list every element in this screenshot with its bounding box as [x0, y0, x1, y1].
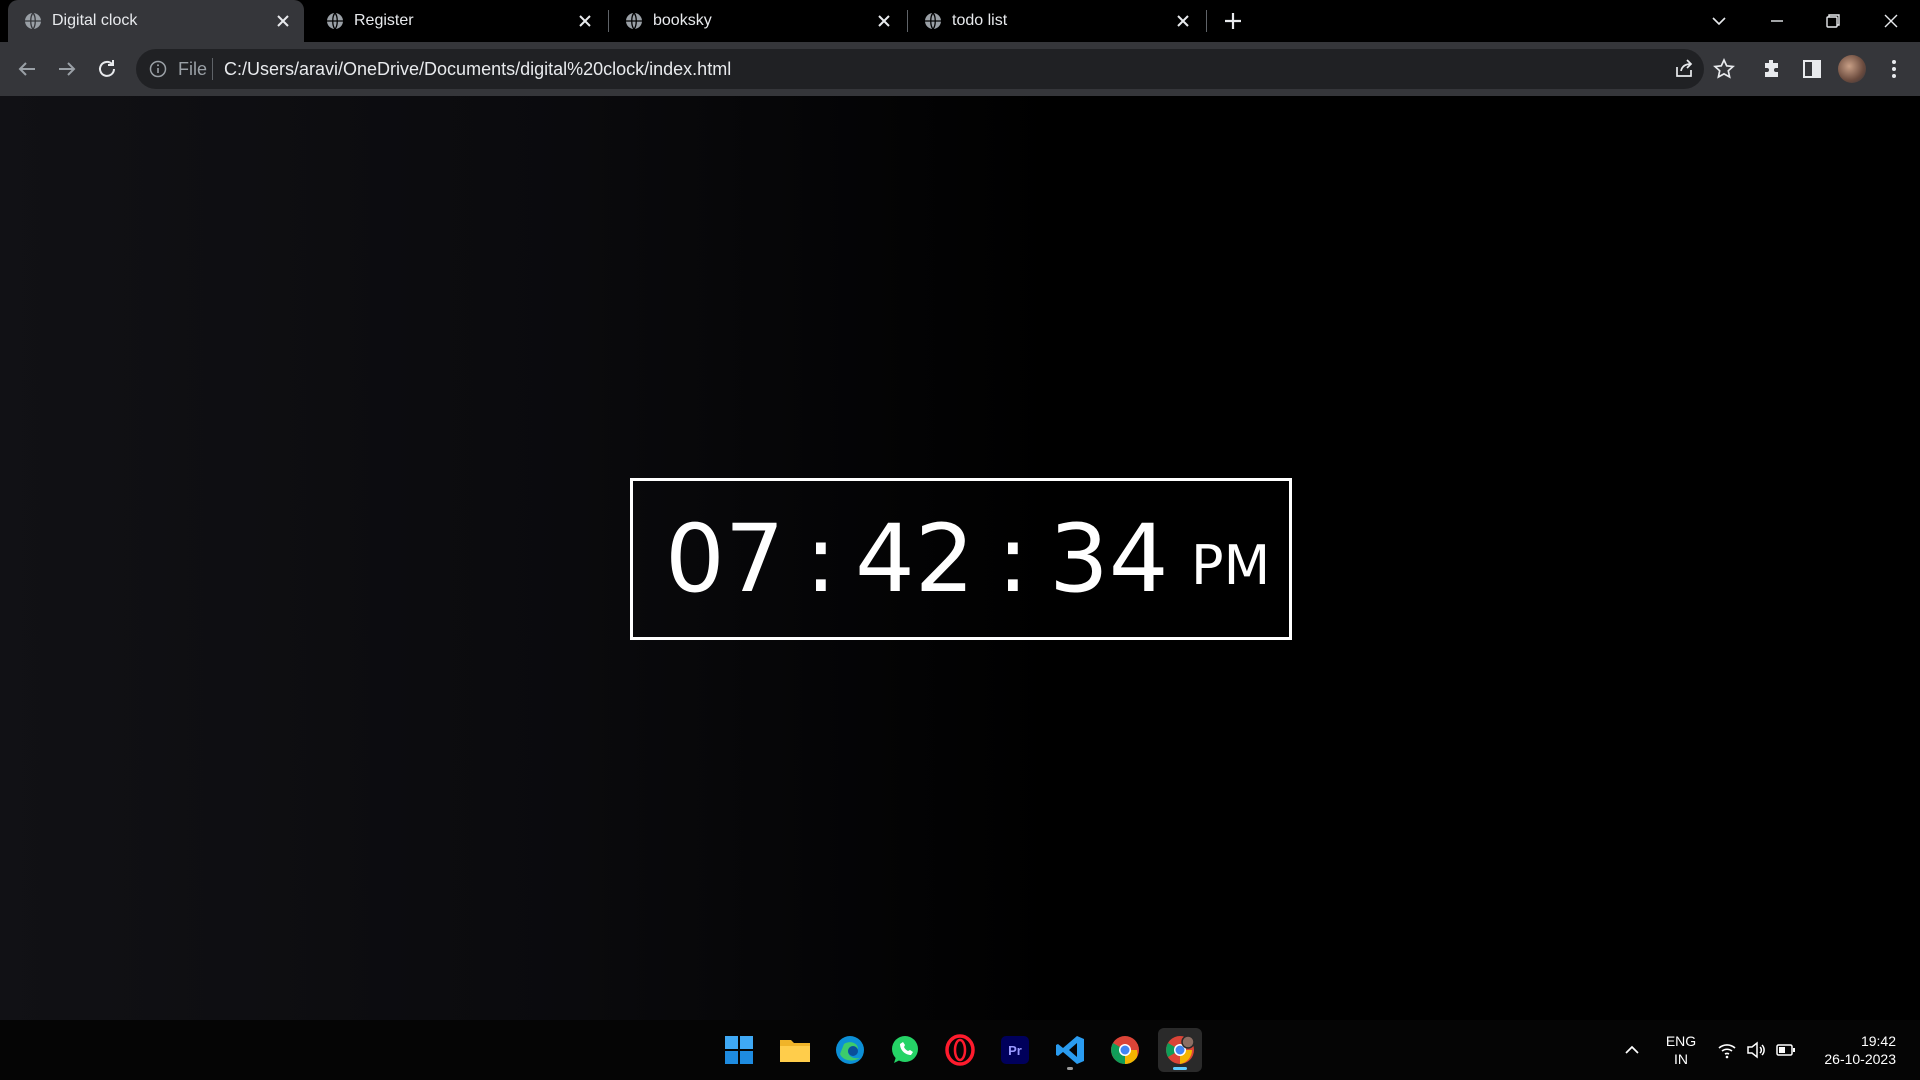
language-code: ENG — [1665, 1033, 1697, 1049]
battery-icon[interactable] — [1776, 1040, 1796, 1060]
globe-icon — [925, 12, 941, 30]
tab-register[interactable]: Register — [310, 0, 606, 42]
language-indicator[interactable]: ENG IN — [1664, 1032, 1698, 1068]
region-code: IN — [1674, 1051, 1688, 1067]
clock-separator: : — [805, 505, 837, 614]
tab-title: Register — [354, 12, 414, 29]
start-button[interactable] — [717, 1028, 761, 1072]
more-menu-icon[interactable] — [1882, 57, 1906, 81]
globe-icon — [25, 12, 41, 30]
close-icon[interactable] — [576, 12, 594, 30]
reload-icon[interactable] — [95, 57, 119, 81]
taskbar-edge[interactable] — [828, 1028, 872, 1072]
taskbar-vscode[interactable] — [1048, 1028, 1092, 1072]
tab-booksky[interactable]: booksky — [609, 0, 905, 42]
svg-text:Pr: Pr — [1008, 1043, 1022, 1058]
tab-todo-list[interactable]: todo list — [908, 0, 1204, 42]
taskbar-premiere-pro[interactable]: Pr — [993, 1028, 1037, 1072]
system-date: 26-10-2023 — [1824, 1051, 1896, 1067]
chevron-up-icon[interactable] — [1622, 1040, 1642, 1060]
system-time: 19:42 — [1860, 1033, 1896, 1049]
close-icon[interactable] — [875, 12, 893, 30]
address-bar[interactable]: File C:/Users/aravi/OneDrive/Documents/d… — [136, 49, 1735, 89]
forward-arrow-icon[interactable] — [55, 57, 79, 81]
clock-hours: 07 — [665, 505, 785, 614]
active-indicator — [1173, 1067, 1187, 1070]
edge-icon — [836, 1036, 864, 1064]
close-window-button[interactable] — [1878, 8, 1904, 34]
tab-strip: Digital clock Register booksky todo list — [0, 0, 1920, 42]
taskbar-whatsapp[interactable] — [883, 1028, 927, 1072]
bookmark-star-icon[interactable] — [1712, 57, 1736, 81]
taskbar-file-explorer[interactable] — [773, 1028, 817, 1072]
opera-icon — [945, 1034, 975, 1066]
close-icon[interactable] — [274, 12, 292, 30]
taskbar-chrome[interactable] — [1103, 1028, 1147, 1072]
page-viewport: 07 : 42 : 34 PM — [0, 96, 1920, 1020]
browser-toolbar: File C:/Users/aravi/OneDrive/Documents/d… — [0, 42, 1920, 96]
windows-logo-icon — [725, 1036, 753, 1064]
back-arrow-icon[interactable] — [15, 57, 39, 81]
scheme-label: File — [178, 59, 208, 79]
clock-seconds: 34 — [1049, 505, 1169, 614]
volume-icon[interactable] — [1746, 1040, 1766, 1060]
side-panel-icon[interactable] — [1800, 57, 1824, 81]
clock-period: PM — [1191, 534, 1271, 597]
minimize-button[interactable] — [1764, 8, 1790, 34]
new-tab-button[interactable] — [1222, 10, 1244, 32]
clock-minutes: 42 — [855, 505, 975, 614]
digital-clock: 07 : 42 : 34 PM — [630, 478, 1292, 640]
taskbar-chrome-active[interactable] — [1158, 1028, 1202, 1072]
tab-title: todo list — [952, 12, 1008, 29]
close-icon[interactable] — [1174, 12, 1192, 30]
share-icon[interactable] — [1672, 57, 1696, 81]
tab-search-icon[interactable] — [1706, 8, 1732, 34]
url-text[interactable]: C:/Users/aravi/OneDrive/Documents/digita… — [224, 59, 731, 80]
restore-button[interactable] — [1820, 8, 1846, 34]
chrome-icon — [1111, 1036, 1139, 1064]
tab-separator — [1206, 10, 1207, 32]
vscode-icon — [1056, 1036, 1084, 1064]
running-indicator — [1067, 1067, 1073, 1070]
premiere-pro-icon: Pr — [1001, 1036, 1029, 1064]
wifi-icon[interactable] — [1717, 1040, 1737, 1060]
globe-icon — [327, 12, 343, 30]
tab-title: Digital clock — [52, 12, 138, 29]
chrome-profile-icon — [1166, 1035, 1195, 1064]
omnibox-separator — [212, 58, 213, 80]
whatsapp-icon — [892, 1036, 918, 1063]
taskbar-opera[interactable] — [938, 1028, 982, 1072]
tab-digital-clock[interactable]: Digital clock — [8, 0, 304, 42]
clock-separator: : — [997, 505, 1029, 614]
taskbar: Pr ENG IN 19:42 26-10-2023 — [0, 1020, 1920, 1080]
tab-title: booksky — [653, 12, 712, 29]
extensions-icon[interactable] — [1760, 57, 1784, 81]
info-icon[interactable] — [148, 59, 168, 79]
system-clock[interactable]: 19:42 26-10-2023 — [1810, 1032, 1896, 1068]
profile-avatar[interactable] — [1838, 55, 1866, 83]
folder-icon — [780, 1040, 810, 1062]
globe-icon — [626, 12, 642, 30]
